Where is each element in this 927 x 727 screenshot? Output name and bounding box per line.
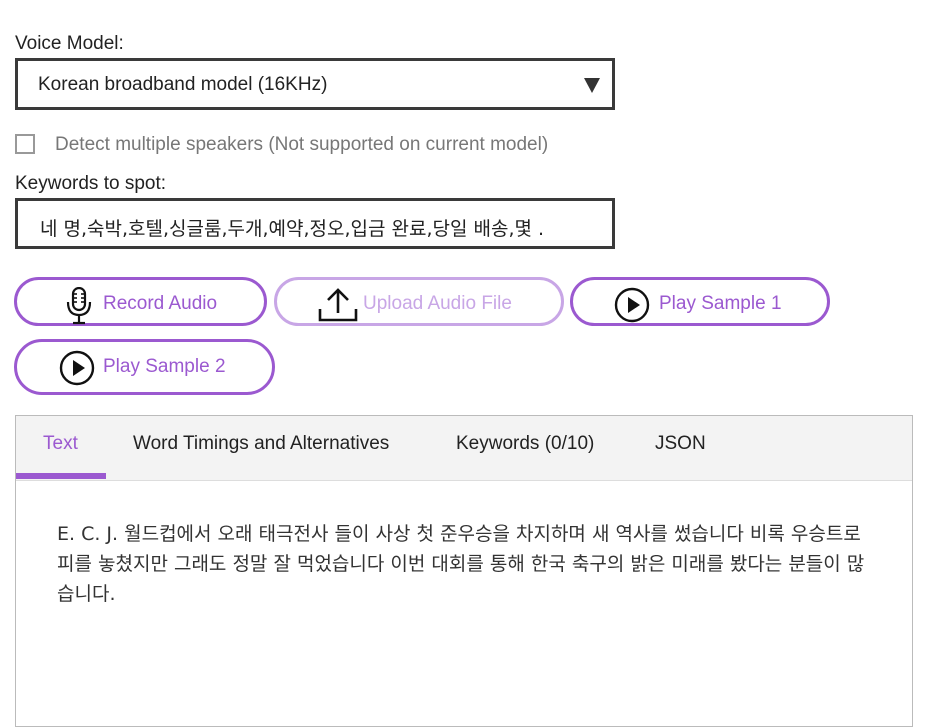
play-sample-1-button[interactable]: Play Sample 1 [570,277,830,326]
play-icon [59,350,95,386]
play-sample-2-button[interactable]: Play Sample 2 [14,339,275,395]
play-sample-2-label: Play Sample 2 [103,356,226,377]
play-icon [614,287,650,323]
upload-icon [318,288,358,322]
play-sample-1-label: Play Sample 1 [659,293,782,314]
microphone-icon [66,287,92,325]
tab-text[interactable]: Text [43,433,78,455]
upload-audio-label: Upload Audio File [363,293,512,314]
keywords-input[interactable]: 네 명,숙박,호텔,싱글룸,두개,예약,정오,입금 완료,당일 배송,몇 . [15,198,615,249]
output-panel: Text Word Timings and Alternatives Keywo… [15,415,913,727]
voice-model-select[interactable]: Korean broadband model (16KHz) [15,58,615,110]
tab-json[interactable]: JSON [655,433,706,455]
transcript-text: E. C. J. 월드컵에서 오래 태극전사 들이 사상 첫 준우승을 차지하며… [57,523,865,605]
keywords-label: Keywords to spot: [15,173,167,194]
active-tab-indicator [16,473,106,479]
chevron-down-icon [584,78,600,93]
multiple-speakers-checkbox[interactable] [15,134,35,154]
multiple-speakers-label: Detect multiple speakers (Not supported … [55,134,549,155]
tab-word-timings[interactable]: Word Timings and Alternatives [133,433,389,455]
tab-bar: Text Word Timings and Alternatives Keywo… [16,416,912,481]
keywords-value: 네 명,숙박,호텔,싱글룸,두개,예약,정오,입금 완료,당일 배송,몇 . [40,218,545,240]
upload-audio-button[interactable]: Upload Audio File [274,277,564,326]
record-audio-label: Record Audio [103,293,218,314]
record-audio-button[interactable]: Record Audio [14,277,267,326]
tab-keywords[interactable]: Keywords (0/10) [456,433,594,455]
voice-model-value: Korean broadband model (16KHz) [38,74,328,95]
voice-model-label: Voice Model: [15,33,124,54]
